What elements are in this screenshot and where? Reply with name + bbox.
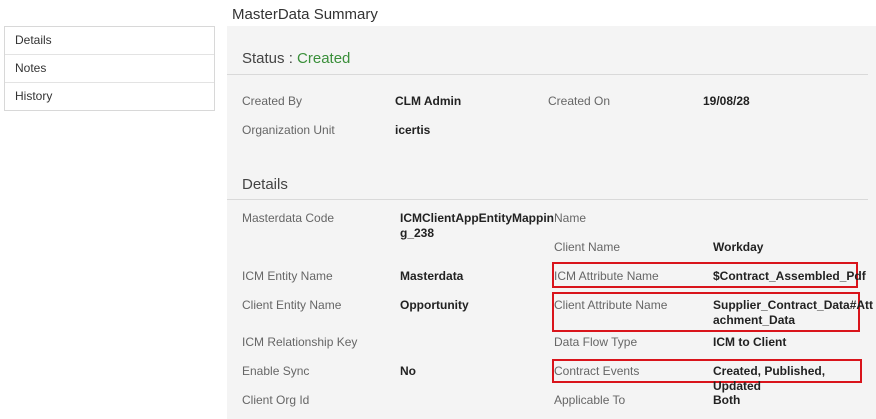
client-name-label: Client Name xyxy=(554,240,621,254)
masterdata-code-label: Masterdata Code xyxy=(242,211,335,225)
contract-events-value: Created, Published, Updated xyxy=(713,364,826,393)
created-on-value: 19/08/28 xyxy=(703,94,750,108)
client-entity-name-value: Opportunity xyxy=(400,298,469,312)
client-attribute-name-value-line1: Supplier_Contract_Data#Att xyxy=(713,298,874,312)
client-entity-name-label: Client Entity Name xyxy=(242,298,342,312)
created-by-label: Created By xyxy=(242,94,303,108)
client-org-id-label: Client Org Id xyxy=(242,393,310,407)
org-unit-label: Organization Unit xyxy=(242,123,335,137)
details-divider xyxy=(227,199,868,200)
masterdata-code-value-line1: ICMClientAppEntityMappin xyxy=(400,211,554,225)
status-heading: Status : Created xyxy=(242,50,350,67)
icm-entity-name-value: Masterdata xyxy=(400,269,464,283)
icm-relationship-key-label: ICM Relationship Key xyxy=(242,335,358,349)
summary-panel: Status : Created Created By CLM Admin Cr… xyxy=(227,26,876,419)
page-title: MasterData Summary xyxy=(232,6,378,23)
data-flow-type-label: Data Flow Type xyxy=(554,335,638,349)
status-divider xyxy=(227,74,868,75)
status-value: Created xyxy=(297,50,351,67)
applicable-to-label: Applicable To xyxy=(554,393,626,407)
client-attribute-name-value-line2: achment_Data xyxy=(713,313,796,327)
data-flow-type-value: ICM to Client xyxy=(713,335,787,349)
client-attribute-name-value: Supplier_Contract_Data#Att achment_Data xyxy=(713,298,873,328)
sidebar-item-history[interactable]: History xyxy=(5,83,214,110)
sidebar-item-notes[interactable]: Notes xyxy=(5,55,214,83)
masterdata-code-value: ICMClientAppEntityMappin g_238 xyxy=(400,211,554,241)
details-heading: Details xyxy=(242,176,288,193)
status-label: Status : xyxy=(242,50,298,67)
applicable-to-value: Both xyxy=(713,393,741,407)
sidebar: Details Notes History xyxy=(4,26,215,111)
client-name-value: Workday xyxy=(713,240,764,254)
contract-events-label: Contract Events xyxy=(554,364,640,378)
icm-entity-name-label: ICM Entity Name xyxy=(242,269,333,283)
sidebar-item-details[interactable]: Details xyxy=(5,27,214,55)
enable-sync-label: Enable Sync xyxy=(242,364,310,378)
client-attribute-name-label: Client Attribute Name xyxy=(554,298,668,312)
icm-attribute-name-label: ICM Attribute Name xyxy=(554,269,659,283)
icm-attribute-name-value: $Contract_Assembled_Pdf xyxy=(713,269,866,283)
created-by-value: CLM Admin xyxy=(395,94,462,108)
created-on-label: Created On xyxy=(548,94,611,108)
org-unit-value: icertis xyxy=(395,123,431,137)
masterdata-code-value-line2: g_238 xyxy=(400,226,435,240)
enable-sync-value: No xyxy=(400,364,416,378)
name-label: Name xyxy=(554,211,587,225)
